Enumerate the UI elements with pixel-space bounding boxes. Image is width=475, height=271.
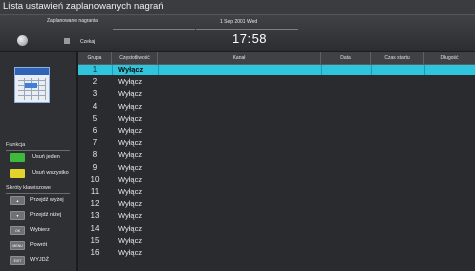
- frequency-cell: Wyłącz: [118, 65, 144, 74]
- table-row[interactable]: 2 Wyłącz: [78, 77, 475, 87]
- table-row[interactable]: 16 Wyłącz: [78, 248, 475, 258]
- column-header-group: Grupa: [78, 52, 112, 64]
- group-cell: 4: [92, 101, 98, 111]
- table-header: Grupa Częstotliwość Kanał Data Czas star…: [78, 52, 475, 65]
- frequency-cell: Wyłącz: [118, 174, 143, 184]
- calendar-grid: [18, 78, 46, 100]
- exit-key-icon[interactable]: EXIT: [10, 256, 25, 265]
- group-cell: 14: [90, 223, 100, 233]
- cell-separator: [424, 65, 425, 75]
- group-cell: 2: [92, 77, 98, 87]
- group-cell: 6: [92, 126, 98, 135]
- frequency-cell: Wyłącz: [118, 126, 143, 135]
- ok-key-icon[interactable]: OK: [10, 226, 25, 235]
- column-header-date: Data: [321, 52, 371, 64]
- calendar-header-bar: [15, 68, 49, 75]
- title-bar: Lista ustawień zaplanowanych nagrań: [0, 0, 475, 15]
- header-divider-right: [196, 29, 298, 30]
- move-down-label: Przejdź niżej: [30, 212, 62, 218]
- frequency-cell: Wyłącz: [118, 187, 143, 196]
- exit-label: WYJDŹ: [30, 257, 49, 263]
- table-row[interactable]: 11 Wyłącz: [78, 187, 475, 197]
- cell-separator: [321, 65, 322, 75]
- header-time: 17:58: [232, 31, 268, 46]
- frequency-cell: Wyłącz: [118, 89, 143, 99]
- table-row[interactable]: 8 Wyłącz: [78, 150, 475, 160]
- frequency-cell: Wyłącz: [118, 235, 143, 245]
- group-cell: 5: [92, 113, 98, 123]
- column-header-duration: Długość: [440, 55, 459, 61]
- frequency-cell: Wyłącz: [118, 150, 143, 160]
- table-row[interactable]: 6 Wyłącz: [78, 126, 475, 136]
- group-cell: 3: [92, 89, 98, 99]
- table-row[interactable]: 10 Wyłącz: [78, 175, 475, 185]
- frequency-cell: Wyłącz: [118, 162, 143, 172]
- shortcut-section-title: Skróty klawiszowe: [6, 185, 51, 191]
- window-title: Lista ustawień zaplanowanych nagrań: [3, 1, 164, 12]
- group-cell: 8: [92, 150, 98, 160]
- group-cell: 13: [90, 211, 100, 221]
- calendar-icon: [14, 67, 50, 103]
- header-date: 1 Sep 2001 Wed: [220, 19, 258, 25]
- column-header-channel: Kanał: [158, 52, 321, 64]
- function-divider: [6, 150, 70, 151]
- table-row[interactable]: 4 Wyłącz: [78, 102, 475, 112]
- cell-separator: [371, 65, 372, 75]
- frequency-cell: Wyłącz: [118, 101, 143, 111]
- delete-one-label[interactable]: Usuń jeden: [32, 153, 60, 162]
- group-cell: 11: [90, 187, 100, 196]
- wait-icon: [64, 38, 70, 44]
- select-label: Wybierz: [30, 227, 50, 233]
- down-arrow-key-icon[interactable]: ▼: [10, 211, 25, 220]
- group-cell: 15: [90, 235, 100, 245]
- table-row[interactable]: 5 Wyłącz: [78, 114, 475, 124]
- delete-all-label[interactable]: Usuń wszystko: [32, 169, 69, 178]
- menu-key-icon[interactable]: MENU: [10, 241, 25, 250]
- header-panel: Zaplanowane nagrania Czekaj 1 Sep 2001 W…: [0, 15, 475, 51]
- wait-label: Czekaj: [80, 39, 96, 45]
- table-row[interactable]: 12 Wyłącz: [78, 199, 475, 209]
- cell-separator: [158, 65, 159, 75]
- header-divider-left: [113, 29, 195, 30]
- table-row[interactable]: 9 Wyłącz: [78, 163, 475, 173]
- group-cell: 12: [90, 199, 100, 209]
- table-row[interactable]: 14 Wyłącz: [78, 224, 475, 234]
- cell-separator: [112, 65, 113, 75]
- table-row[interactable]: 7 Wyłącz: [78, 138, 475, 148]
- frequency-cell: Wyłącz: [118, 138, 143, 148]
- satellite-dish-icon: [17, 35, 28, 46]
- column-header-frequency: Częstotliwość: [112, 52, 158, 64]
- frequency-cell: Wyłącz: [118, 223, 143, 233]
- table-row[interactable]: 13 Wyłącz: [78, 211, 475, 221]
- schedule-table: Grupa Częstotliwość Kanał Data Czas star…: [78, 52, 475, 271]
- group-cell: 10: [90, 174, 100, 184]
- move-up-label: Przejdź wyżej: [30, 197, 64, 203]
- frequency-cell: Wyłącz: [118, 211, 143, 221]
- table-row[interactable]: 3 Wyłącz: [78, 89, 475, 99]
- group-cell: 9: [92, 162, 98, 172]
- group-cell: 16: [90, 248, 100, 257]
- frequency-cell: Wyłącz: [118, 199, 143, 209]
- table-row[interactable]: 1 Wyłącz: [78, 65, 475, 75]
- group-cell: 7: [92, 138, 98, 148]
- function-section-title: Funkcja: [6, 142, 26, 148]
- shortcut-divider: [6, 193, 70, 194]
- back-label: Powrót: [30, 242, 48, 248]
- header-caption: Zaplanowane nagrania: [47, 18, 98, 24]
- up-arrow-key-icon[interactable]: ▲: [10, 196, 25, 205]
- table-row[interactable]: 15 Wyłącz: [78, 236, 475, 246]
- green-key-icon[interactable]: [10, 153, 25, 162]
- yellow-key-icon[interactable]: [10, 169, 25, 178]
- frequency-cell: Wyłącz: [118, 113, 143, 123]
- column-header-start-time: Czas startu: [371, 52, 424, 64]
- group-cell: 1: [92, 65, 98, 74]
- frequency-cell: Wyłącz: [118, 77, 143, 87]
- calendar-marker: [25, 83, 37, 88]
- frequency-cell: Wyłącz: [118, 248, 143, 257]
